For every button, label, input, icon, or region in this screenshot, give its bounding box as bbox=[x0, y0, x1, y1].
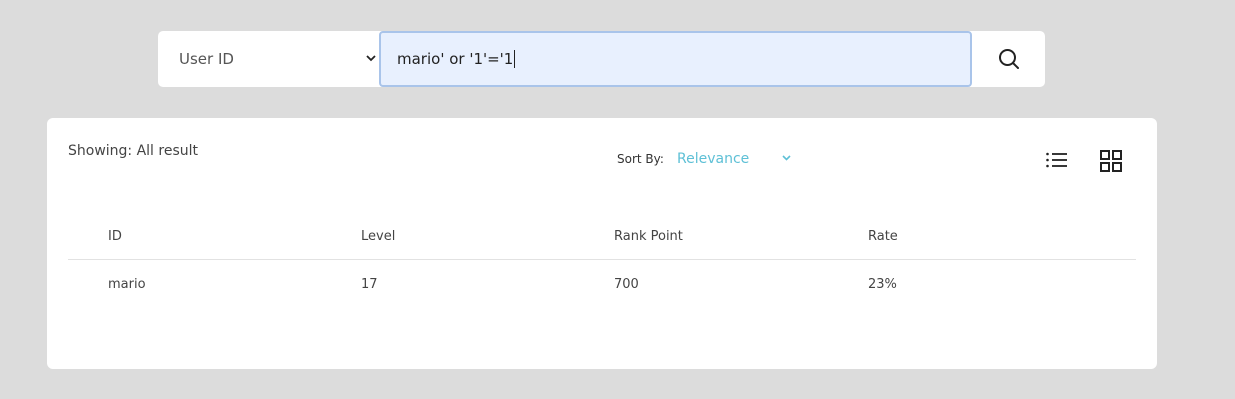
table-row[interactable]: mario 17 700 23% bbox=[68, 260, 1136, 310]
chevron-down-icon bbox=[366, 55, 376, 62]
page: { "search": { "filter_value": "User ID",… bbox=[0, 0, 1235, 399]
sort-select[interactable]: Relevance bbox=[677, 151, 749, 167]
search-input-value: mario' or '1'='1 bbox=[397, 50, 514, 68]
column-header-rank-point: Rank Point bbox=[614, 229, 683, 244]
cell-rate: 23% bbox=[868, 277, 897, 292]
chevron-down-icon[interactable] bbox=[781, 154, 792, 162]
column-header-rate: Rate bbox=[868, 229, 898, 244]
table-header: ID Level Rank Point Rate bbox=[68, 226, 1136, 260]
search-input[interactable]: mario' or '1'='1 bbox=[379, 31, 972, 87]
sort-by-label: Sort By: bbox=[617, 152, 664, 166]
cell-id: mario bbox=[108, 277, 146, 292]
column-header-id: ID bbox=[108, 229, 122, 244]
results-panel: Showing: All result Sort By: Relevance I… bbox=[47, 118, 1157, 369]
search-button[interactable] bbox=[972, 31, 1045, 87]
search-filter-value: User ID bbox=[179, 50, 234, 68]
cell-rank-point: 700 bbox=[614, 277, 639, 292]
cell-level: 17 bbox=[361, 277, 378, 292]
search-icon bbox=[998, 49, 1019, 69]
text-caret bbox=[514, 50, 516, 68]
search-bar: User ID mario' or '1'='1 bbox=[158, 31, 1045, 87]
list-icon[interactable] bbox=[1045, 149, 1069, 171]
column-header-level: Level bbox=[361, 229, 396, 244]
search-filter-select[interactable]: User ID bbox=[158, 31, 380, 87]
results-count-label: Showing: All result bbox=[68, 143, 199, 159]
grid-icon[interactable] bbox=[1099, 149, 1123, 173]
